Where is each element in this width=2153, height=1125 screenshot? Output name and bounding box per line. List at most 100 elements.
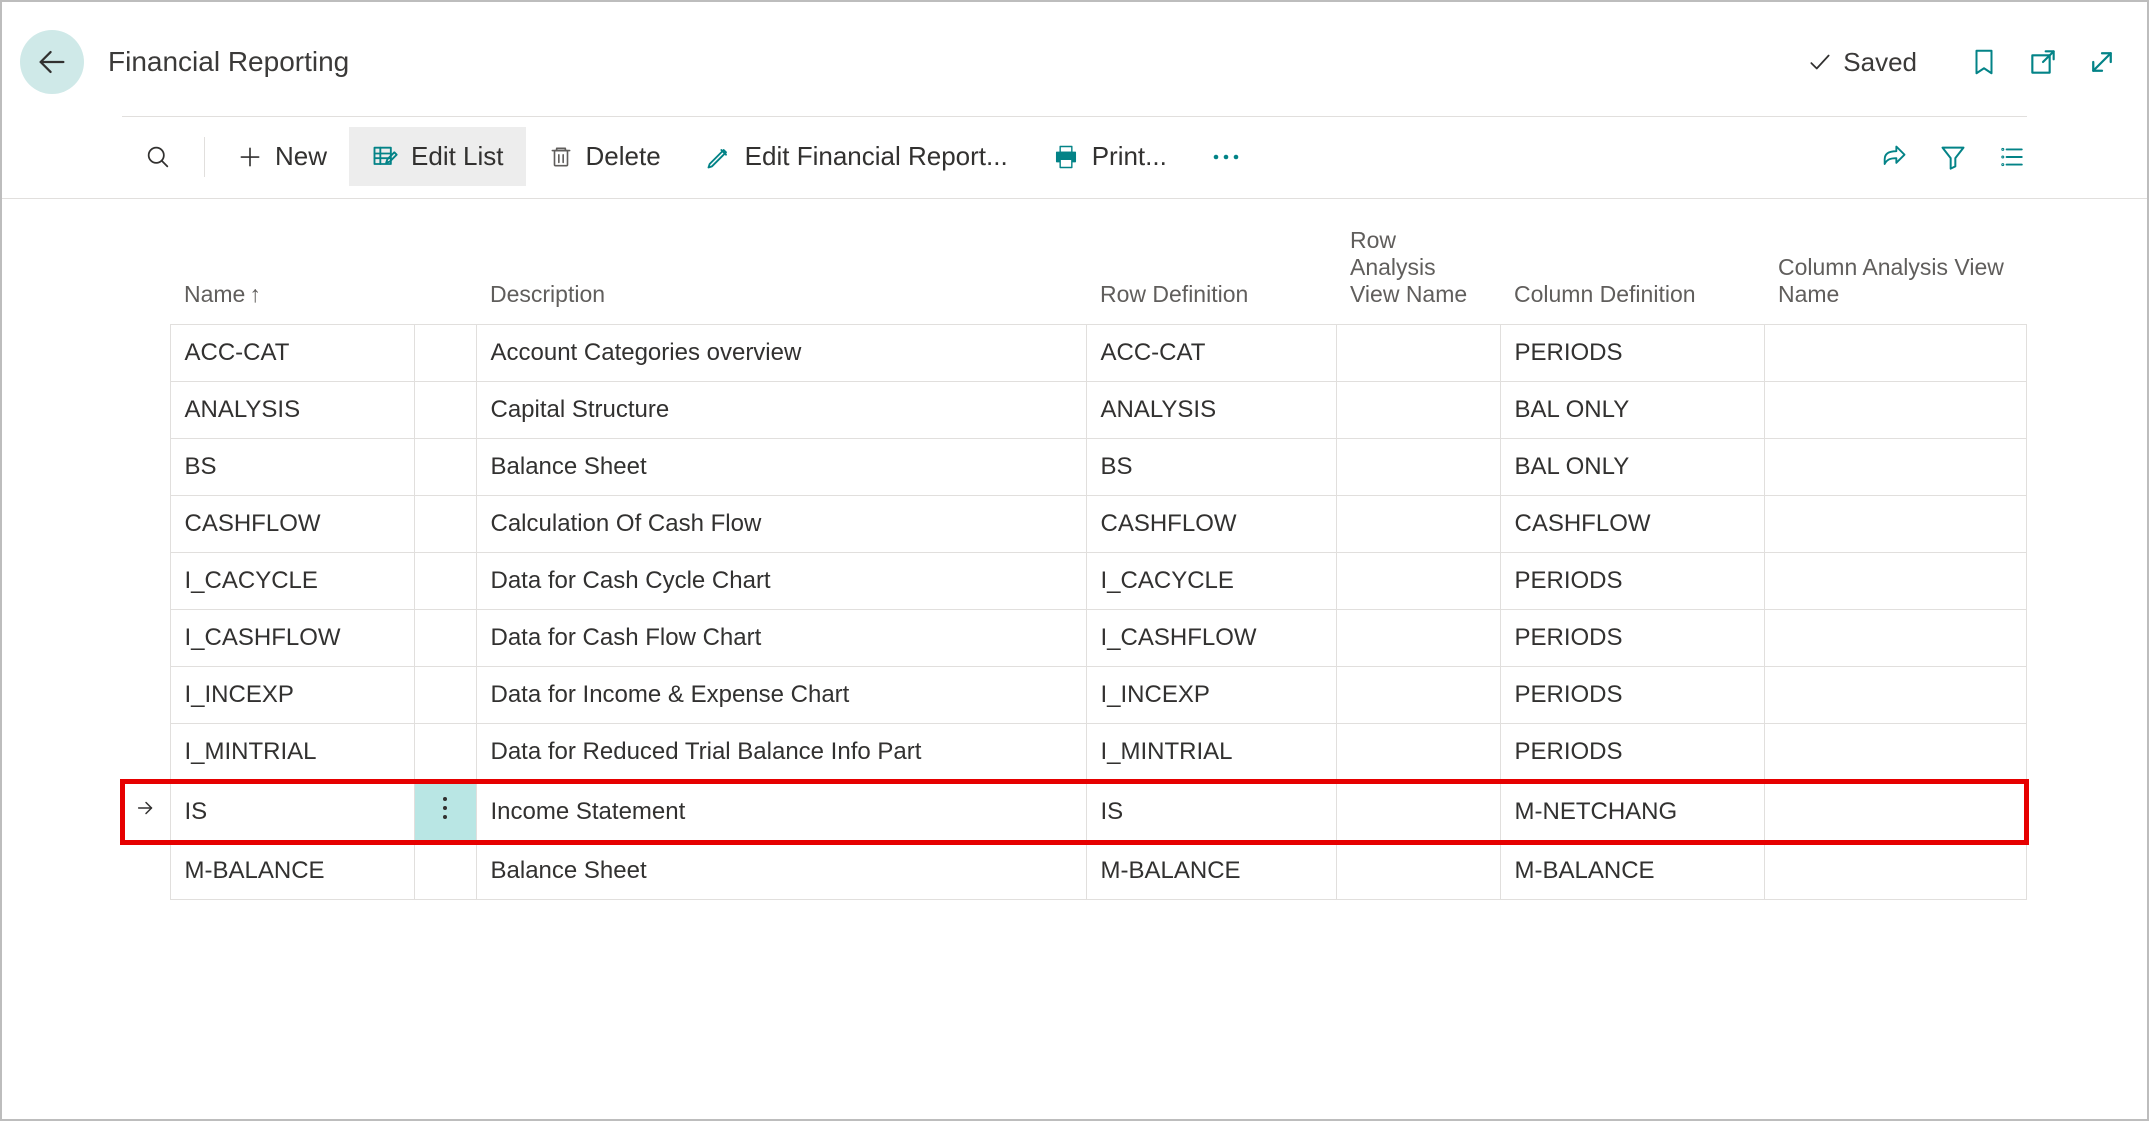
table-row[interactable]: I_INCEXPData for Income & Expense ChartI… bbox=[122, 667, 2027, 724]
cell-row-analysis[interactable] bbox=[1336, 724, 1500, 781]
cell-row-analysis[interactable] bbox=[1336, 781, 1500, 843]
cell-column-analysis[interactable] bbox=[1764, 667, 2027, 724]
cell-row-definition[interactable]: ANALYSIS bbox=[1086, 382, 1336, 439]
search-button[interactable] bbox=[122, 129, 194, 185]
cell-column-analysis[interactable] bbox=[1764, 724, 2027, 781]
cell-row-analysis[interactable] bbox=[1336, 553, 1500, 610]
edit-report-button[interactable]: Edit Financial Report... bbox=[683, 127, 1030, 186]
cell-row-definition[interactable]: IS bbox=[1086, 781, 1336, 843]
cell-column-definition[interactable]: BAL ONLY bbox=[1500, 439, 1764, 496]
cell-description[interactable]: Data for Cash Flow Chart bbox=[476, 610, 1086, 667]
cell-name[interactable]: BS bbox=[170, 439, 414, 496]
table-row[interactable]: ACC-CATAccount Categories overviewACC-CA… bbox=[122, 325, 2027, 382]
cell-column-analysis[interactable] bbox=[1764, 781, 2027, 843]
cell-description[interactable]: Capital Structure bbox=[476, 382, 1086, 439]
cell-column-analysis[interactable] bbox=[1764, 553, 2027, 610]
cell-name[interactable]: I_CACYCLE bbox=[170, 553, 414, 610]
row-menu-button[interactable] bbox=[414, 724, 476, 781]
cell-row-definition[interactable]: BS bbox=[1086, 439, 1336, 496]
cell-column-definition[interactable]: PERIODS bbox=[1500, 724, 1764, 781]
cell-name[interactable]: ACC-CAT bbox=[170, 325, 414, 382]
cell-description[interactable]: Data for Cash Cycle Chart bbox=[476, 553, 1086, 610]
cell-name[interactable]: M-BALANCE bbox=[170, 843, 414, 900]
table-row[interactable]: M-BALANCEBalance SheetM-BALANCEM-BALANCE bbox=[122, 843, 2027, 900]
col-name[interactable]: Name↑ bbox=[170, 221, 414, 325]
cell-name[interactable]: IS bbox=[170, 781, 414, 843]
cell-description[interactable]: Income Statement bbox=[476, 781, 1086, 843]
row-selector[interactable] bbox=[122, 439, 170, 496]
cell-column-analysis[interactable] bbox=[1764, 382, 2027, 439]
col-description[interactable]: Description bbox=[476, 221, 1086, 325]
cell-name[interactable]: CASHFLOW bbox=[170, 496, 414, 553]
cell-row-analysis[interactable] bbox=[1336, 496, 1500, 553]
row-selector[interactable] bbox=[122, 496, 170, 553]
cell-row-definition[interactable]: I_INCEXP bbox=[1086, 667, 1336, 724]
cell-row-definition[interactable]: I_CACYCLE bbox=[1086, 553, 1336, 610]
cell-column-analysis[interactable] bbox=[1764, 610, 2027, 667]
row-menu-button[interactable] bbox=[414, 843, 476, 900]
cell-description[interactable]: Data for Income & Expense Chart bbox=[476, 667, 1086, 724]
row-selector[interactable] bbox=[122, 781, 170, 843]
row-selector[interactable] bbox=[122, 667, 170, 724]
row-menu-button[interactable] bbox=[414, 781, 476, 843]
popout-icon[interactable] bbox=[2027, 46, 2059, 78]
cell-description[interactable]: Balance Sheet bbox=[476, 439, 1086, 496]
cell-name[interactable]: ANALYSIS bbox=[170, 382, 414, 439]
cell-row-analysis[interactable] bbox=[1336, 610, 1500, 667]
row-menu-button[interactable] bbox=[414, 667, 476, 724]
cell-column-definition[interactable]: PERIODS bbox=[1500, 553, 1764, 610]
cell-column-definition[interactable]: PERIODS bbox=[1500, 610, 1764, 667]
cell-description[interactable]: Data for Reduced Trial Balance Info Part bbox=[476, 724, 1086, 781]
table-row[interactable]: BSBalance SheetBSBAL ONLY bbox=[122, 439, 2027, 496]
row-selector[interactable] bbox=[122, 843, 170, 900]
col-row-definition[interactable]: Row Definition bbox=[1086, 221, 1336, 325]
table-row[interactable]: I_MINTRIALData for Reduced Trial Balance… bbox=[122, 724, 2027, 781]
cell-row-analysis[interactable] bbox=[1336, 325, 1500, 382]
cell-row-definition[interactable]: ACC-CAT bbox=[1086, 325, 1336, 382]
row-menu-button[interactable] bbox=[414, 325, 476, 382]
row-selector[interactable] bbox=[122, 610, 170, 667]
table-row[interactable]: ANALYSISCapital StructureANALYSISBAL ONL… bbox=[122, 382, 2027, 439]
cell-row-analysis[interactable] bbox=[1336, 667, 1500, 724]
cell-column-definition[interactable]: M-NETCHANG bbox=[1500, 781, 1764, 843]
cell-row-definition[interactable]: I_MINTRIAL bbox=[1086, 724, 1336, 781]
cell-row-definition[interactable]: M-BALANCE bbox=[1086, 843, 1336, 900]
cell-name[interactable]: I_INCEXP bbox=[170, 667, 414, 724]
col-column-definition[interactable]: Column Definition bbox=[1500, 221, 1764, 325]
cell-column-definition[interactable]: M-BALANCE bbox=[1500, 843, 1764, 900]
bookmark-icon[interactable] bbox=[1969, 45, 1999, 79]
list-icon[interactable] bbox=[1997, 144, 2027, 170]
cell-column-analysis[interactable] bbox=[1764, 325, 2027, 382]
cell-row-analysis[interactable] bbox=[1336, 439, 1500, 496]
share-icon[interactable] bbox=[1879, 143, 1909, 171]
cell-description[interactable]: Balance Sheet bbox=[476, 843, 1086, 900]
row-selector[interactable] bbox=[122, 724, 170, 781]
cell-description[interactable]: Account Categories overview bbox=[476, 325, 1086, 382]
new-button[interactable]: New bbox=[215, 127, 349, 186]
cell-row-definition[interactable]: CASHFLOW bbox=[1086, 496, 1336, 553]
cell-column-definition[interactable]: BAL ONLY bbox=[1500, 382, 1764, 439]
cell-row-analysis[interactable] bbox=[1336, 382, 1500, 439]
col-row-analysis[interactable]: Row Analysis View Name bbox=[1336, 221, 1500, 325]
table-row[interactable]: CASHFLOWCalculation Of Cash FlowCASHFLOW… bbox=[122, 496, 2027, 553]
row-selector[interactable] bbox=[122, 325, 170, 382]
row-menu-button[interactable] bbox=[414, 553, 476, 610]
cell-row-definition[interactable]: I_CASHFLOW bbox=[1086, 610, 1336, 667]
delete-button[interactable]: Delete bbox=[526, 127, 683, 186]
table-row[interactable]: I_CACYCLEData for Cash Cycle ChartI_CACY… bbox=[122, 553, 2027, 610]
cell-column-analysis[interactable] bbox=[1764, 496, 2027, 553]
cell-name[interactable]: I_MINTRIAL bbox=[170, 724, 414, 781]
row-menu-button[interactable] bbox=[414, 382, 476, 439]
row-menu-button[interactable] bbox=[414, 496, 476, 553]
cell-description[interactable]: Calculation Of Cash Flow bbox=[476, 496, 1086, 553]
cell-column-analysis[interactable] bbox=[1764, 439, 2027, 496]
edit-list-button[interactable]: Edit List bbox=[349, 127, 526, 186]
row-menu-button[interactable] bbox=[414, 439, 476, 496]
row-selector[interactable] bbox=[122, 382, 170, 439]
cell-name[interactable]: I_CASHFLOW bbox=[170, 610, 414, 667]
table-row[interactable]: I_CASHFLOWData for Cash Flow ChartI_CASH… bbox=[122, 610, 2027, 667]
row-selector[interactable] bbox=[122, 553, 170, 610]
cell-column-definition[interactable]: PERIODS bbox=[1500, 667, 1764, 724]
col-column-analysis[interactable]: Column Analysis View Name bbox=[1764, 221, 2027, 325]
row-menu-button[interactable] bbox=[414, 610, 476, 667]
